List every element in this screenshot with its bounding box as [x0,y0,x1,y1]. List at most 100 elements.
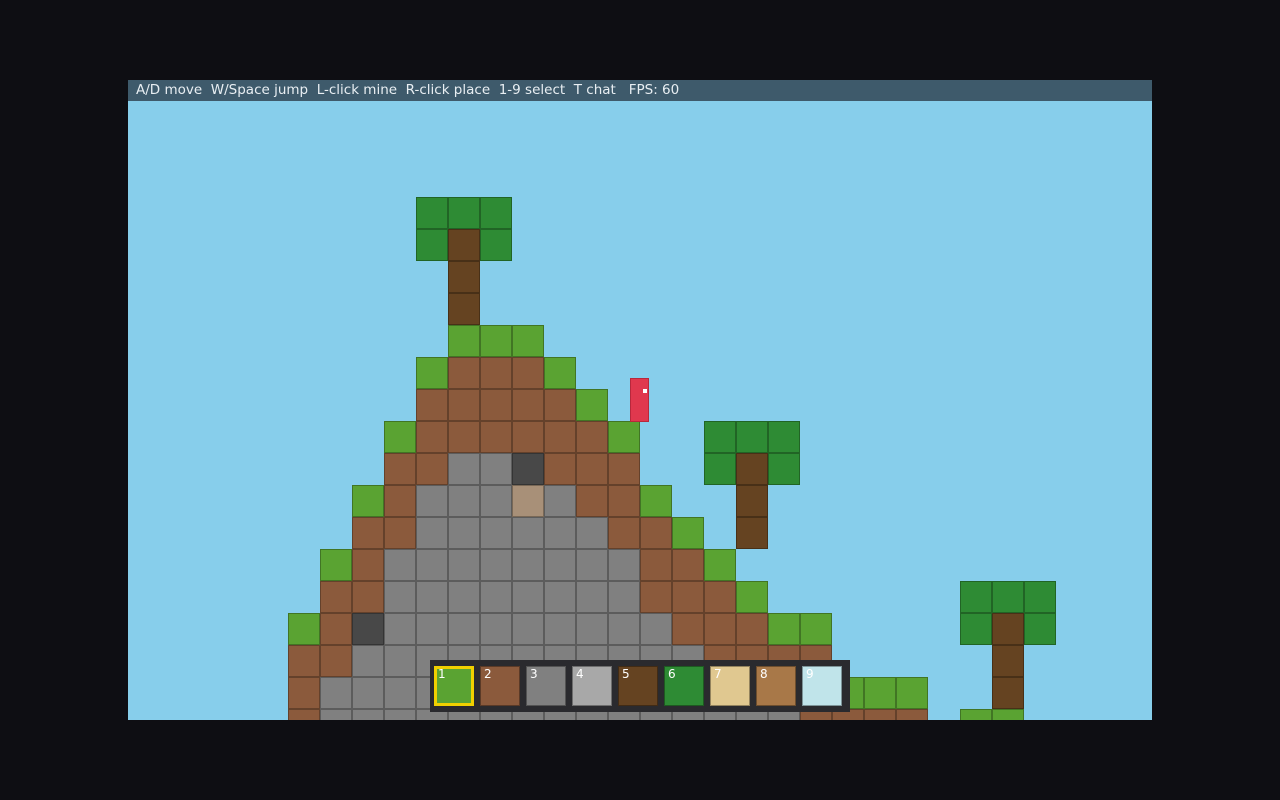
grass-block[interactable] [704,549,736,581]
stone-block[interactable] [448,613,480,645]
leaves-block[interactable] [1024,613,1056,645]
dirt-block[interactable] [416,389,448,421]
hotbar-slot-wood[interactable]: 5 [618,666,658,706]
leaves-block[interactable] [416,229,448,261]
stone-block[interactable] [576,517,608,549]
dirt-block[interactable] [288,677,320,709]
stone-block[interactable] [448,517,480,549]
wood-block[interactable] [448,293,480,325]
dirt-block[interactable] [384,453,416,485]
wood-block[interactable] [736,453,768,485]
dirt-block[interactable] [512,357,544,389]
dirt-block[interactable] [352,581,384,613]
stone-block[interactable] [480,485,512,517]
stone-block[interactable] [576,549,608,581]
leaves-block[interactable] [1024,581,1056,613]
dirt-block[interactable] [480,421,512,453]
grass-block[interactable] [576,389,608,421]
dirt-block[interactable] [416,453,448,485]
hotbar-slot-grass[interactable]: 1 [434,666,474,706]
dirt-block[interactable] [544,453,576,485]
stone-block[interactable] [512,613,544,645]
wood-block[interactable] [992,613,1024,645]
dirt-block[interactable] [576,421,608,453]
dirt-block[interactable] [608,485,640,517]
leaves-block[interactable] [480,229,512,261]
hotbar-slot-light-stone[interactable]: 4 [572,666,612,706]
stone-block[interactable] [480,613,512,645]
stone-block[interactable] [480,453,512,485]
grass-block[interactable] [736,581,768,613]
stone-block[interactable] [352,709,384,720]
leaves-block[interactable] [992,581,1024,613]
dirt-block[interactable] [672,613,704,645]
leaves-block[interactable] [768,453,800,485]
hotbar-slot-planks[interactable]: 8 [756,666,796,706]
wood-block[interactable] [992,645,1024,677]
leaves-block[interactable] [416,197,448,229]
hotbar-slot-glass[interactable]: 9 [802,666,842,706]
dirt-block[interactable] [608,453,640,485]
dirt-block[interactable] [352,517,384,549]
grass-block[interactable] [384,421,416,453]
dirt-block[interactable] [320,581,352,613]
grass-block[interactable] [544,357,576,389]
stone-block[interactable] [576,613,608,645]
dirt-block[interactable] [896,709,928,720]
grass-block[interactable] [800,613,832,645]
stone-block[interactable] [384,613,416,645]
dark-stone-block[interactable] [512,453,544,485]
stone-block[interactable] [448,453,480,485]
dirt-block[interactable] [704,581,736,613]
stone-block[interactable] [416,485,448,517]
dirt-block[interactable] [640,517,672,549]
dirt-block[interactable] [384,485,416,517]
grass-block[interactable] [608,421,640,453]
dirt-block[interactable] [448,389,480,421]
dirt-block[interactable] [384,517,416,549]
grass-block[interactable] [288,613,320,645]
grass-block[interactable] [448,325,480,357]
hotbar-slot-leaves[interactable]: 6 [664,666,704,706]
dirt-block[interactable] [672,549,704,581]
dirt-block[interactable] [448,421,480,453]
hotbar-slot-sand[interactable]: 7 [710,666,750,706]
leaves-block[interactable] [448,197,480,229]
stone-block[interactable] [544,613,576,645]
dirt-block[interactable] [544,421,576,453]
stone-block[interactable] [384,549,416,581]
dirt-block[interactable] [672,581,704,613]
stone-block[interactable] [544,517,576,549]
dirt-block[interactable] [480,389,512,421]
hotbar-slot-stone[interactable]: 3 [526,666,566,706]
dirt-block[interactable] [576,453,608,485]
stone-block[interactable] [608,549,640,581]
stone-block[interactable] [416,581,448,613]
stone-block[interactable] [480,581,512,613]
stone-block[interactable] [512,549,544,581]
dirt-block[interactable] [736,613,768,645]
grass-block[interactable] [864,677,896,709]
dirt-block[interactable] [448,357,480,389]
grass-block[interactable] [480,325,512,357]
leaves-block[interactable] [704,421,736,453]
stone-block[interactable] [384,709,416,720]
dirt-block[interactable] [320,613,352,645]
dirt-block[interactable] [864,709,896,720]
grass-block[interactable] [416,357,448,389]
leaves-block[interactable] [480,197,512,229]
stone-block[interactable] [544,581,576,613]
stone-block[interactable] [512,581,544,613]
leaves-block[interactable] [960,613,992,645]
dirt-block[interactable] [512,421,544,453]
stone-block[interactable] [384,645,416,677]
dirt-block[interactable] [320,645,352,677]
hotbar-slot-dirt[interactable]: 2 [480,666,520,706]
dark-stone-block[interactable] [352,613,384,645]
grass-block[interactable] [512,325,544,357]
stone-block[interactable] [512,517,544,549]
stone-block[interactable] [384,581,416,613]
wood-block[interactable] [736,517,768,549]
grass-block[interactable] [960,709,992,720]
grass-block[interactable] [320,549,352,581]
